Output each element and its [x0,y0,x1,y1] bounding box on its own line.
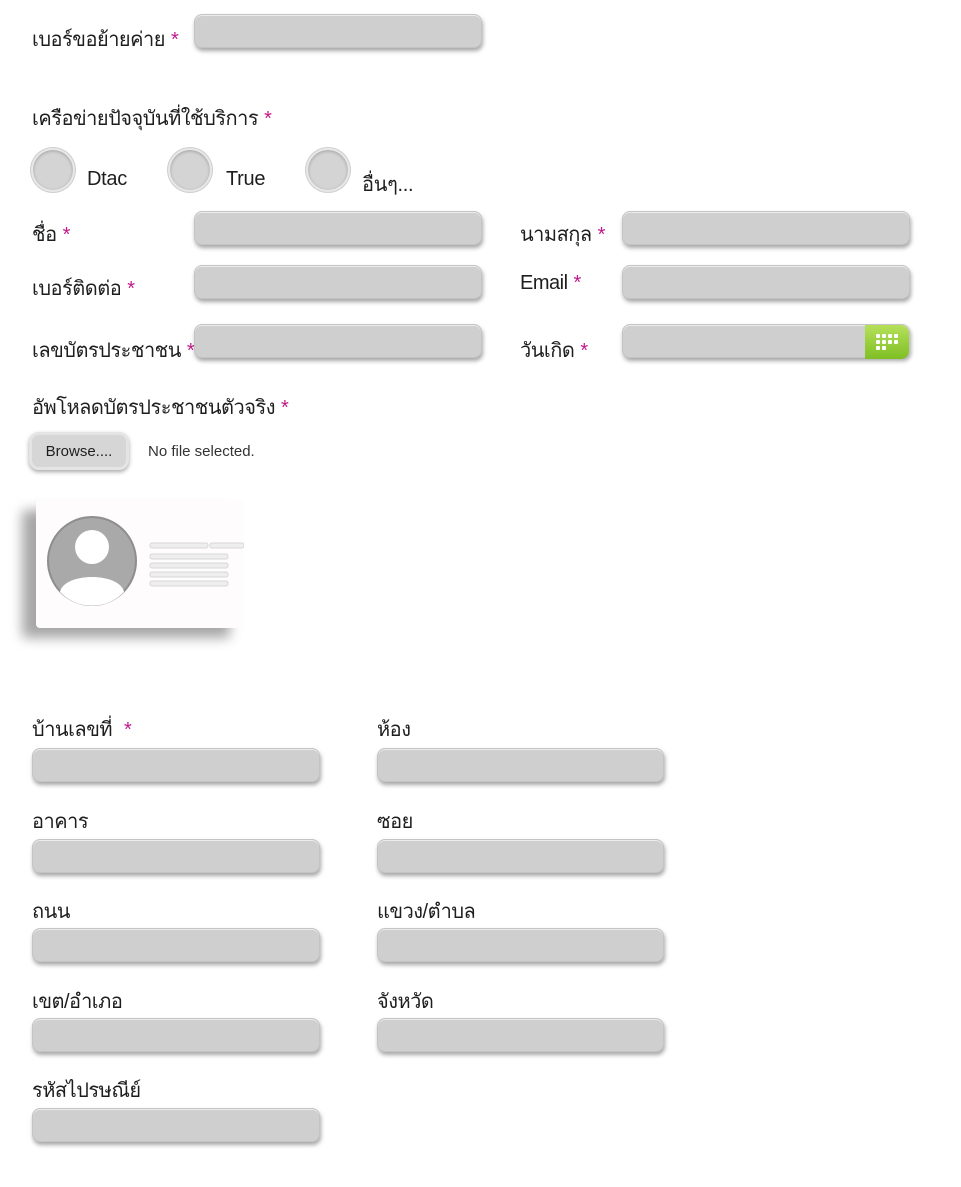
district-label: เขต/อำเภอ [32,991,123,1013]
birth-date-label: วันเกิด * [520,340,588,362]
required-mark: * [597,224,606,246]
browse-button[interactable]: Browse.... [29,432,129,470]
road-label: ถนน [32,901,70,923]
house-no-label: บ้านเลขที่ * [32,719,132,741]
soi-input[interactable] [377,839,664,873]
district-input[interactable] [32,1018,320,1052]
province-input[interactable] [377,1018,664,1052]
id-card-illustration [47,516,245,606]
radio-other-label: อื่นๆ... [362,174,414,196]
radio-true-label: True [226,168,266,190]
room-input[interactable] [377,748,664,782]
required-mark: * [124,719,132,741]
required-mark: * [264,108,272,130]
email-label: Email * [520,272,582,294]
calendar-icon[interactable] [865,325,909,359]
last-name-label: นามสกุล * [520,224,606,246]
id-card-number-input[interactable] [194,324,482,358]
required-mark: * [62,224,71,246]
postcode-label: รหัสไปรษณีย์ [32,1080,141,1102]
required-mark: * [280,397,289,419]
port-number-label: เบอร์ขอย้ายค่าย * [32,29,179,51]
room-label: ห้อง [377,719,411,741]
province-label: จังหวัด [377,991,434,1013]
required-mark: * [127,278,135,300]
subdistrict-input[interactable] [377,928,664,962]
radio-other[interactable] [306,148,350,192]
soi-label: ซอย [377,811,413,833]
building-label: อาคาร [32,811,89,833]
first-name-label: ชื่อ * [32,224,71,246]
radio-true[interactable] [168,148,212,192]
postcode-input[interactable] [32,1108,320,1142]
email-input[interactable] [622,265,910,299]
radio-dtac[interactable] [31,148,75,192]
birth-date-input[interactable] [622,324,910,359]
required-mark: * [573,272,582,294]
contact-number-label: เบอร์ติดต่อ * [32,278,135,300]
road-input[interactable] [32,928,320,962]
upload-label: อัพโหลดบัตรประชาชนตัวจริง * [32,397,289,419]
radio-dtac-label: Dtac [87,168,127,190]
last-name-input[interactable] [622,211,910,245]
first-name-input[interactable] [194,211,482,245]
port-number-input[interactable] [194,14,482,48]
id-card-icon [36,500,245,628]
subdistrict-label: แขวง/ตำบล [377,901,476,923]
required-mark: * [580,340,588,362]
id-card-number-label: เลขบัตรประชาชน * [32,340,195,362]
file-status: No file selected. [148,443,255,460]
house-no-input[interactable] [32,748,320,782]
contact-number-input[interactable] [194,265,482,299]
building-input[interactable] [32,839,320,873]
required-mark: * [170,29,179,51]
current-network-label: เครือข่ายปัจจุบันที่ใช้บริการ * [32,108,272,130]
